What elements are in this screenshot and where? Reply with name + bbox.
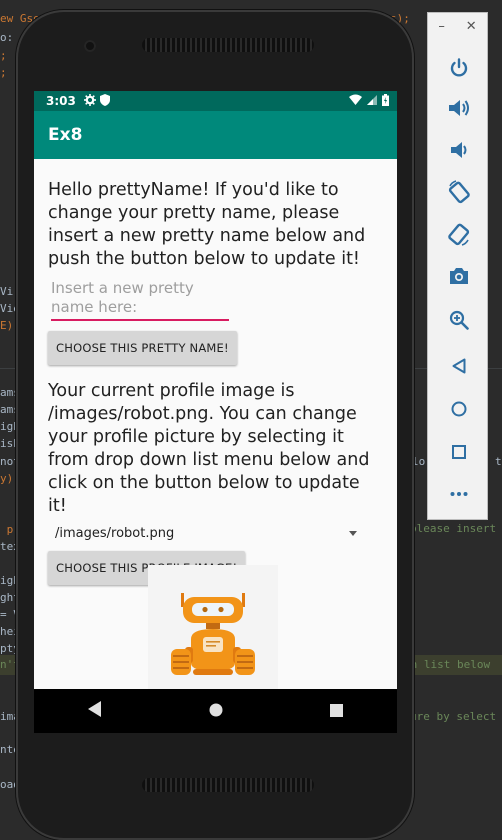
volume-down-icon	[450, 142, 466, 158]
status-bar: 3:03	[34, 91, 397, 111]
zoom-icon	[449, 310, 469, 330]
code-fragment: wn list below	[404, 658, 491, 671]
overview-button[interactable]	[428, 437, 489, 467]
overview-icon	[451, 445, 466, 459]
pretty-name-input[interactable]: Insert a new pretty name here:	[51, 279, 229, 321]
volume-down-button[interactable]	[428, 135, 489, 165]
code-fragment: ure by select	[410, 710, 497, 723]
code-fragment: t	[495, 455, 502, 468]
close-icon[interactable]: ✕	[466, 19, 477, 34]
back-icon	[452, 358, 465, 374]
profile-image	[148, 565, 278, 695]
rotate-left-icon	[448, 180, 470, 204]
volume-up-button[interactable]	[428, 93, 489, 123]
device-screen[interactable]: 3:03 Ex8 Hello prettyName! If you'd like…	[34, 91, 397, 733]
dropdown-selected-value: /images/robot.png	[55, 526, 175, 541]
profile-image-text: Your current profile image is /images/ro…	[48, 381, 370, 516]
home-icon	[451, 401, 466, 417]
greeting-text: Hello prettyName! If you'd like to chang…	[48, 180, 366, 269]
code-fragment: Vi	[0, 285, 14, 298]
power-icon	[450, 58, 467, 77]
more-button[interactable]	[428, 479, 489, 509]
bottom-speaker	[142, 778, 314, 792]
emulator-toolbar: – ✕	[427, 12, 488, 520]
screenshot-button[interactable]	[428, 261, 489, 291]
code-fragment: ;	[0, 66, 7, 79]
settings-icon	[83, 93, 96, 109]
signal-icon	[367, 94, 377, 108]
volume-up-icon	[448, 100, 469, 116]
dropdown-arrow-icon	[349, 531, 357, 536]
rotate-left-button[interactable]	[428, 177, 489, 207]
power-button[interactable]	[428, 53, 489, 83]
code-fragment: o:	[0, 31, 20, 44]
back-nav-icon[interactable]	[87, 701, 102, 721]
app-bar: Ex8	[34, 111, 397, 159]
wifi-icon	[349, 94, 362, 108]
front-camera	[84, 40, 96, 52]
code-fragment: please insert	[410, 522, 497, 535]
rotate-right-button[interactable]	[428, 219, 489, 249]
battery-icon	[382, 93, 389, 109]
app-title: Ex8	[48, 125, 83, 145]
camera-icon	[449, 268, 468, 284]
pretty-name-placeholder: Insert a new pretty name here:	[51, 279, 194, 316]
navigation-bar	[34, 689, 397, 733]
back-button[interactable]	[428, 351, 489, 381]
main-content: Hello prettyName! If you'd like to chang…	[34, 159, 397, 585]
more-icon	[450, 492, 467, 496]
home-nav-icon[interactable]	[209, 702, 223, 721]
status-time: 3:03	[46, 94, 76, 108]
recents-nav-icon[interactable]	[330, 702, 344, 721]
profile-image-dropdown[interactable]: /images/robot.png	[48, 526, 357, 541]
code-fragment: ;	[0, 49, 7, 62]
robot-icon	[171, 593, 255, 675]
minimize-icon[interactable]: –	[438, 19, 445, 34]
top-speaker	[142, 38, 314, 52]
choose-pretty-name-button[interactable]: CHOOSE THIS PRETTY NAME!	[48, 331, 237, 365]
zoom-button[interactable]	[428, 305, 489, 335]
rotate-right-icon	[447, 223, 469, 246]
shield-icon	[99, 93, 110, 109]
home-button[interactable]	[428, 394, 489, 424]
